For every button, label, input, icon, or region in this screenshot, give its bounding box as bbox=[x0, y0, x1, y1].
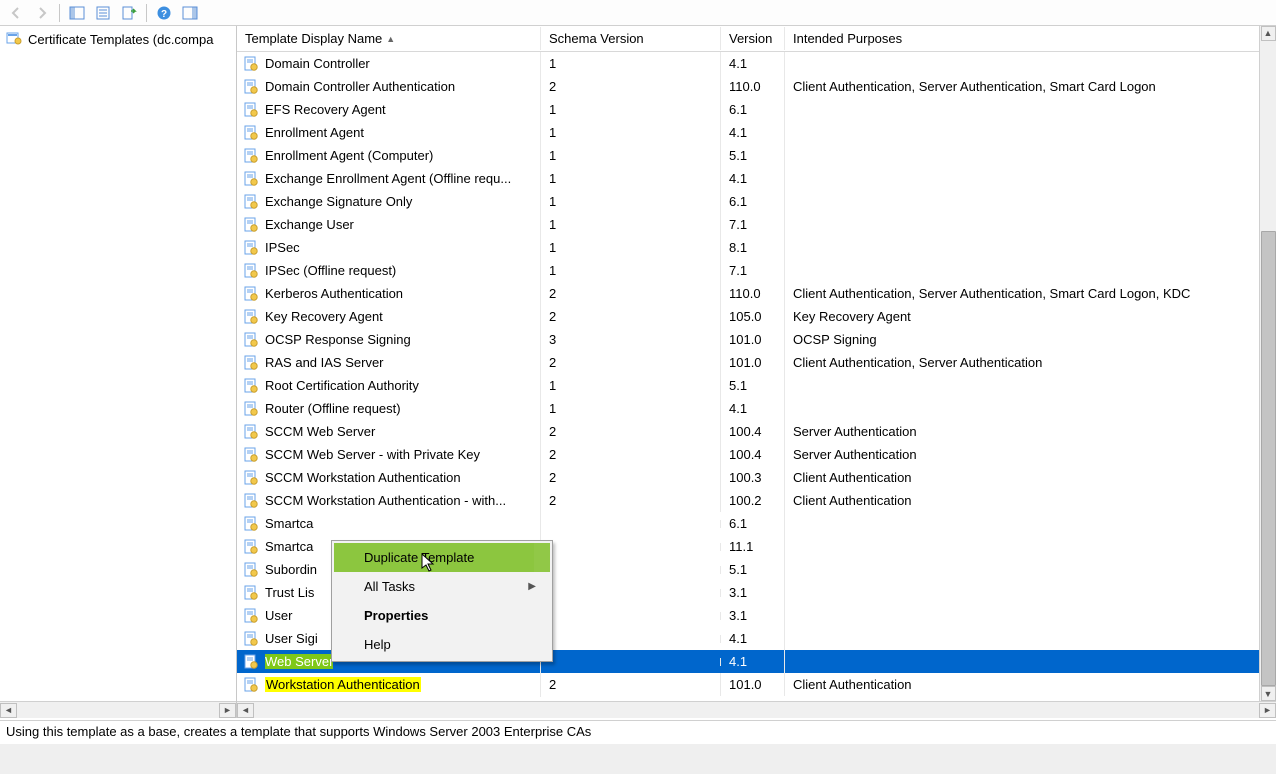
list-horizontal-scrollbar[interactable]: ◄ ► bbox=[237, 701, 1276, 718]
table-row[interactable]: RAS and IAS Server2101.0Client Authentic… bbox=[237, 351, 1276, 374]
menu-all-tasks[interactable]: All Tasks ▶ bbox=[334, 572, 550, 601]
status-bar: Using this template as a base, creates a… bbox=[0, 720, 1276, 744]
toolbar-separator bbox=[59, 4, 60, 22]
scroll-left-icon[interactable]: ◄ bbox=[237, 703, 254, 718]
template-name: Router (Offline request) bbox=[265, 401, 401, 416]
table-row[interactable]: SCCM Workstation Authentication2100.3Cli… bbox=[237, 466, 1276, 489]
template-name: Trust Lis bbox=[265, 585, 314, 600]
table-row[interactable]: SCCM Web Server2100.4Server Authenticati… bbox=[237, 420, 1276, 443]
scroll-down-icon[interactable]: ▼ bbox=[1261, 686, 1276, 701]
template-name: IPSec (Offline request) bbox=[265, 263, 396, 278]
template-name: User bbox=[265, 608, 292, 623]
table-row[interactable]: IPSec18.1 bbox=[237, 236, 1276, 259]
context-menu: Duplicate Template All Tasks ▶ Propertie… bbox=[331, 540, 553, 662]
status-text: Using this template as a base, creates a… bbox=[6, 724, 591, 739]
template-name: SCCM Workstation Authentication - with..… bbox=[265, 493, 506, 508]
scroll-up-icon[interactable]: ▲ bbox=[1261, 26, 1276, 41]
template-name: OCSP Response Signing bbox=[265, 332, 411, 347]
template-name: SCCM Workstation Authentication bbox=[265, 470, 461, 485]
template-name: Key Recovery Agent bbox=[265, 309, 383, 324]
menu-duplicate-template[interactable]: Duplicate Template bbox=[334, 543, 550, 572]
table-row[interactable]: Router (Offline request)14.1 bbox=[237, 397, 1276, 420]
template-name: Domain Controller bbox=[265, 56, 370, 71]
table-row[interactable]: EFS Recovery Agent16.1 bbox=[237, 98, 1276, 121]
action-pane-button[interactable] bbox=[178, 2, 202, 24]
template-name: Workstation Authentication bbox=[265, 677, 421, 692]
table-row[interactable]: Root Certification Authority15.1 bbox=[237, 374, 1276, 397]
tree-root-label: Certificate Templates (dc.compa bbox=[28, 32, 213, 47]
tree-root-item[interactable]: Certificate Templates (dc.compa bbox=[0, 26, 236, 53]
table-row[interactable]: Domain Controller Authentication2110.0Cl… bbox=[237, 75, 1276, 98]
scrollbar-thumb[interactable] bbox=[1261, 231, 1276, 686]
bottom-strip bbox=[0, 744, 1276, 774]
table-row[interactable]: Smartca6.1 bbox=[237, 512, 1276, 535]
template-name: Exchange User bbox=[265, 217, 354, 232]
export-list-button[interactable] bbox=[117, 2, 141, 24]
sort-asc-icon: ▲ bbox=[386, 34, 395, 44]
scroll-left-icon[interactable]: ◄ bbox=[0, 703, 17, 718]
column-header-purposes[interactable]: Intended Purposes bbox=[785, 27, 1276, 50]
menu-help[interactable]: Help bbox=[334, 630, 550, 659]
template-name: Smartca bbox=[265, 516, 313, 531]
template-name: SCCM Web Server bbox=[265, 424, 375, 439]
submenu-arrow-icon: ▶ bbox=[528, 581, 536, 592]
list-header: Template Display Name ▲ Schema Version V… bbox=[237, 26, 1276, 52]
template-name: Exchange Signature Only bbox=[265, 194, 412, 209]
scroll-right-icon[interactable]: ► bbox=[219, 703, 236, 718]
back-button[interactable] bbox=[4, 2, 28, 24]
template-name: Web Server bbox=[265, 654, 333, 669]
certificate-templates-icon bbox=[6, 30, 22, 49]
tree-horizontal-scrollbar[interactable]: ◄ ► bbox=[0, 701, 236, 718]
table-row[interactable]: Key Recovery Agent2105.0Key Recovery Age… bbox=[237, 305, 1276, 328]
template-name: Subordin bbox=[265, 562, 317, 577]
table-row[interactable]: SCCM Web Server - with Private Key2100.4… bbox=[237, 443, 1276, 466]
template-name: EFS Recovery Agent bbox=[265, 102, 386, 117]
template-name: SCCM Web Server - with Private Key bbox=[265, 447, 480, 462]
scroll-right-icon[interactable]: ► bbox=[1259, 703, 1276, 718]
svg-text:?: ? bbox=[161, 9, 167, 20]
help-button[interactable]: ? bbox=[152, 2, 176, 24]
table-row[interactable]: SCCM Workstation Authentication - with..… bbox=[237, 489, 1276, 512]
template-name: Enrollment Agent bbox=[265, 125, 364, 140]
template-name: RAS and IAS Server bbox=[265, 355, 384, 370]
table-row[interactable]: Exchange User17.1 bbox=[237, 213, 1276, 236]
template-name: Exchange Enrollment Agent (Offline requ.… bbox=[265, 171, 511, 186]
table-row[interactable]: Kerberos Authentication2110.0Client Auth… bbox=[237, 282, 1276, 305]
table-row[interactable]: Domain Controller14.1 bbox=[237, 52, 1276, 75]
table-row[interactable]: OCSP Response Signing3101.0OCSP Signing bbox=[237, 328, 1276, 351]
table-row[interactable]: Exchange Enrollment Agent (Offline requ.… bbox=[237, 167, 1276, 190]
vertical-scrollbar[interactable]: ▲ ▼ bbox=[1259, 26, 1276, 701]
forward-button[interactable] bbox=[30, 2, 54, 24]
table-row[interactable]: Workstation Authentication2101.0Client A… bbox=[237, 673, 1276, 696]
toolbar: ? bbox=[0, 0, 1276, 26]
template-name: Smartca bbox=[265, 539, 313, 554]
column-header-version[interactable]: Version bbox=[721, 27, 785, 50]
properties-button[interactable] bbox=[91, 2, 115, 24]
toolbar-separator bbox=[146, 4, 147, 22]
table-row[interactable]: IPSec (Offline request)17.1 bbox=[237, 259, 1276, 282]
template-name: User Sigi bbox=[265, 631, 318, 646]
menu-properties[interactable]: Properties bbox=[334, 601, 550, 630]
tree-pane: Certificate Templates (dc.compa ◄ ► bbox=[0, 26, 237, 718]
table-row[interactable]: Enrollment Agent14.1 bbox=[237, 121, 1276, 144]
template-name: Domain Controller Authentication bbox=[265, 79, 455, 94]
column-header-schema[interactable]: Schema Version bbox=[541, 27, 721, 50]
template-name: Kerberos Authentication bbox=[265, 286, 403, 301]
table-row[interactable]: Enrollment Agent (Computer)15.1 bbox=[237, 144, 1276, 167]
show-hide-tree-button[interactable] bbox=[65, 2, 89, 24]
table-row[interactable]: Exchange Signature Only16.1 bbox=[237, 190, 1276, 213]
template-name: Enrollment Agent (Computer) bbox=[265, 148, 433, 163]
template-name: Root Certification Authority bbox=[265, 378, 419, 393]
column-header-name[interactable]: Template Display Name ▲ bbox=[237, 27, 541, 50]
template-name: IPSec bbox=[265, 240, 300, 255]
